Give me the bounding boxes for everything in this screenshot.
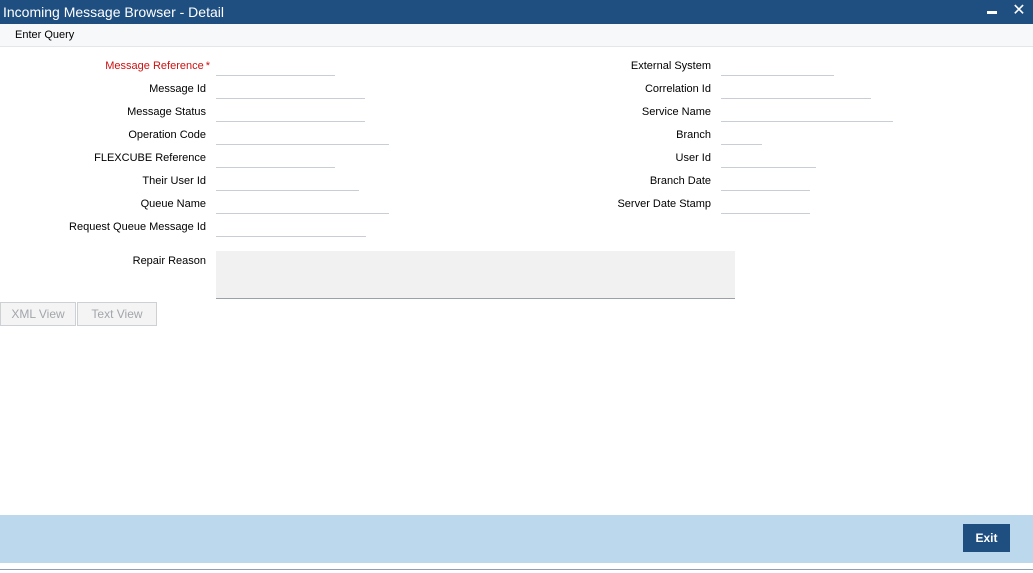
request-queue-message-id-field[interactable] xyxy=(216,218,366,237)
window-title: Incoming Message Browser - Detail xyxy=(3,4,224,20)
server-date-stamp-field[interactable] xyxy=(721,195,810,214)
message-status-field[interactable] xyxy=(216,103,365,122)
message-reference-field[interactable] xyxy=(216,57,335,76)
enter-query-menu-item[interactable]: Enter Query xyxy=(15,29,74,41)
branch-label: Branch xyxy=(676,129,711,141)
repair-reason-textarea[interactable] xyxy=(216,251,735,299)
window-bottom-border xyxy=(0,569,1033,570)
toolbar: Enter Query xyxy=(0,24,1033,47)
xml-view-button[interactable]: XML View xyxy=(0,302,76,326)
external-system-label: External System xyxy=(630,60,711,72)
minimize-icon[interactable] xyxy=(983,2,1001,20)
user-id-label: User Id xyxy=(675,152,711,164)
branch-date-label: Branch Date xyxy=(649,175,711,187)
footer-bar xyxy=(0,515,1033,563)
correlation-id-field[interactable] xyxy=(721,80,871,99)
repair-reason-label: Repair Reason xyxy=(132,255,206,267)
exit-button[interactable]: Exit xyxy=(963,524,1010,552)
required-asterisk: * xyxy=(205,60,210,72)
queue-name-field[interactable] xyxy=(216,195,389,214)
request-queue-message-id-label: Request Queue Message Id xyxy=(69,221,206,233)
flexcube-reference-label: FLEXCUBE Reference xyxy=(94,152,206,164)
message-id-field[interactable] xyxy=(216,80,365,99)
service-name-label: Service Name xyxy=(641,106,711,118)
text-view-button[interactable]: Text View xyxy=(77,302,157,326)
their-user-id-label: Their User Id xyxy=(142,175,206,187)
operation-code-label: Operation Code xyxy=(128,129,206,141)
server-date-stamp-label: Server Date Stamp xyxy=(617,198,711,210)
user-id-field[interactable] xyxy=(721,149,816,168)
message-reference-label: Message Reference * xyxy=(10,59,210,73)
their-user-id-field[interactable] xyxy=(216,172,359,191)
correlation-id-label: Correlation Id xyxy=(644,83,711,95)
service-name-field[interactable] xyxy=(721,103,893,122)
external-system-field[interactable] xyxy=(721,57,834,76)
branch-field[interactable] xyxy=(721,126,762,145)
flexcube-reference-field[interactable] xyxy=(216,149,335,168)
close-icon[interactable]: ✕ xyxy=(1010,2,1028,20)
title-bar: Incoming Message Browser - Detail ✕ xyxy=(0,0,1033,24)
message-status-label: Message Status xyxy=(127,106,206,118)
queue-name-label: Queue Name xyxy=(140,198,206,210)
operation-code-field[interactable] xyxy=(216,126,389,145)
message-id-label: Message Id xyxy=(149,83,206,95)
branch-date-field[interactable] xyxy=(721,172,810,191)
message-reference-label-text: Message Reference xyxy=(105,60,204,72)
